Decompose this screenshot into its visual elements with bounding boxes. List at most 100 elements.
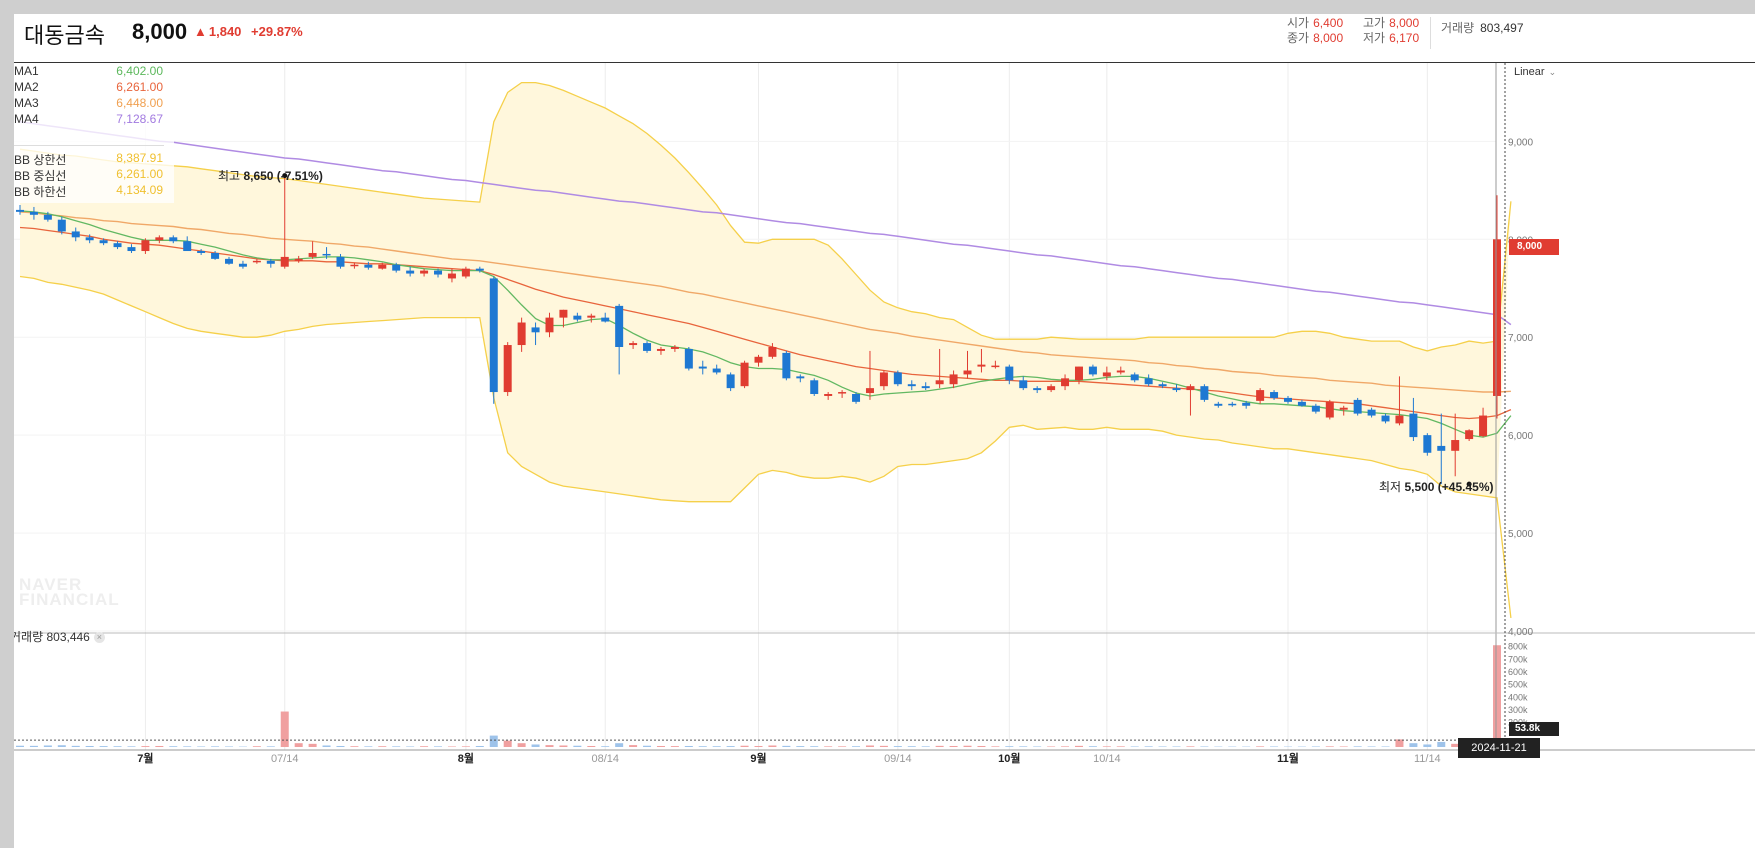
candle-body [113, 243, 122, 248]
volume-bar [1116, 746, 1125, 747]
volume-bar [838, 746, 847, 747]
candle-body [294, 258, 303, 261]
volume-tick-label: 600k [1508, 667, 1528, 677]
candle-body [447, 273, 456, 279]
volume-bar [545, 745, 554, 747]
candle-body [726, 374, 735, 389]
candle-body [350, 264, 359, 267]
candle-body [280, 256, 289, 267]
candle-body [893, 372, 902, 385]
candle-body [336, 256, 345, 267]
candle-body [615, 305, 624, 347]
volume-bar [434, 746, 443, 747]
volume-bar [280, 711, 289, 747]
legend-bb-middle: BB 중심선 6,261.00 [14, 167, 163, 183]
candle-body [1047, 386, 1056, 391]
candle-body [378, 264, 387, 269]
candle-body [1088, 366, 1097, 375]
candle-body [1270, 392, 1279, 398]
candle-body [183, 241, 192, 252]
volume-bar [754, 745, 763, 747]
volume-bar [1437, 741, 1446, 747]
candle-body [991, 365, 1000, 368]
crosshair-date-tag: 2024-11-21 [1458, 738, 1540, 758]
candle-body [489, 278, 498, 393]
volume-bar [670, 746, 679, 747]
candle [1200, 384, 1209, 402]
candle-body [517, 322, 526, 346]
candle-body [1256, 390, 1265, 401]
volume-tick-label: 400k [1508, 692, 1528, 702]
candle-body [169, 237, 178, 242]
candle [740, 360, 749, 389]
candle-body [670, 347, 679, 349]
legend-ma1: MA1 6,402.00 [14, 64, 163, 78]
volume-bar [447, 746, 456, 747]
candle-body [573, 315, 582, 320]
volume-stat: 거래량 803,497 [1441, 21, 1524, 35]
y-tick-label: 7,000 [1508, 333, 1533, 344]
volume-bar [16, 745, 24, 747]
candle [810, 378, 819, 396]
x-tick-label: 11/14 [1414, 753, 1441, 765]
volume-bar [559, 745, 568, 747]
candle-body [935, 380, 944, 385]
candle [684, 347, 693, 371]
candle-body [1381, 415, 1390, 422]
legend-ma4: MA4 7,128.67 [14, 112, 163, 126]
volume-current-tag: 53.8k [1509, 722, 1559, 736]
bollinger-band-fill [20, 82, 1511, 502]
x-tick-label: 07/14 [271, 753, 299, 765]
volume-bar [266, 746, 275, 747]
volume-bar [1061, 746, 1070, 747]
candle-body [977, 364, 986, 367]
volume-bar [1047, 746, 1056, 747]
x-tick-label: 11월 [1277, 751, 1299, 765]
candle-body [85, 237, 94, 241]
candle-body [1102, 372, 1111, 377]
volume-bar [1311, 746, 1320, 747]
candle-body [1116, 370, 1125, 373]
volume-bar [1325, 746, 1334, 747]
candle-body [1451, 440, 1460, 451]
volume-bar [392, 746, 401, 747]
volume-bar [252, 746, 261, 747]
candle-body [768, 347, 777, 357]
candle-body [71, 231, 80, 238]
low-price: 저가 6,170 [1363, 31, 1420, 45]
candle-body [1144, 378, 1153, 385]
volume-bar [935, 745, 944, 747]
candle-body [225, 258, 234, 264]
candle-body [252, 260, 261, 263]
high-annotation: 최고 8,650 (-7.51%) [218, 169, 323, 183]
scale-mode-dropdown[interactable]: Linear ⌄ [1514, 66, 1556, 78]
volume-bar [57, 745, 66, 747]
candle-body [392, 264, 401, 271]
candle-body [865, 388, 874, 394]
close-price: 종가 8,000 [1287, 31, 1344, 45]
candle-body [266, 260, 275, 264]
volume-bar [852, 746, 861, 747]
volume-bar [308, 743, 317, 747]
candle-body [1339, 407, 1348, 410]
volume-bar [587, 745, 596, 747]
volume-bar [183, 746, 192, 747]
volume-bar [1102, 746, 1111, 747]
candle [489, 276, 498, 404]
divider [1430, 17, 1431, 49]
close-icon[interactable]: × [93, 632, 105, 644]
x-tick-label: 10/14 [1093, 753, 1121, 765]
candle-body [1437, 445, 1446, 451]
volume-bar [977, 745, 986, 747]
volume-tick-label: 800k [1508, 642, 1528, 652]
candle-body [1005, 366, 1014, 381]
volume-bar [113, 746, 122, 747]
volume-bar [698, 746, 707, 747]
volume-tick-label: 500k [1508, 680, 1528, 690]
volume-bar [350, 746, 359, 747]
volume-bar [684, 745, 693, 747]
volume-bar [461, 746, 470, 747]
candle-body [503, 345, 512, 393]
volume-bar [85, 745, 94, 747]
price-change: ▲ 1,840 +29.87% [194, 24, 303, 39]
